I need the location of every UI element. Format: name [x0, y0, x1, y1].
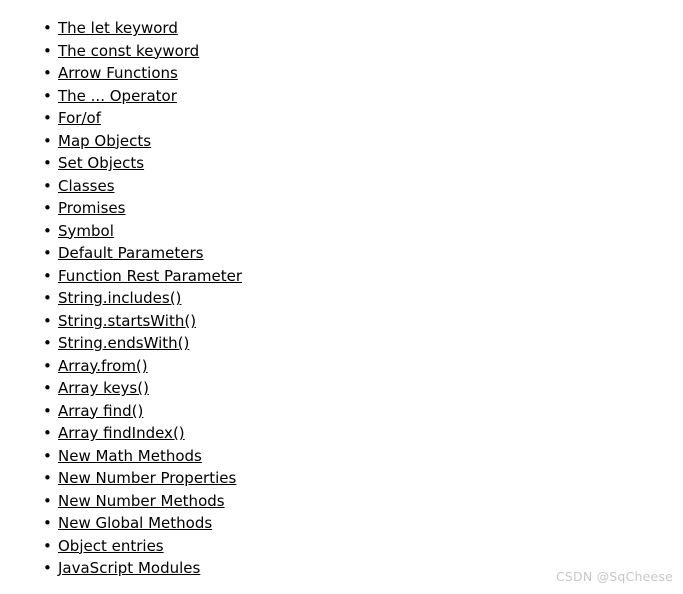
feature-link[interactable]: JavaScript Modules [58, 559, 200, 577]
bullet-icon: • [43, 176, 52, 195]
list-item: • String.startsWith() [0, 310, 242, 333]
bullet-icon: • [43, 109, 52, 127]
list-item: • Default Parameters [0, 242, 242, 265]
feature-link[interactable]: New Number Methods [58, 492, 225, 510]
feature-link[interactable]: The ... Operator [58, 87, 177, 105]
bullet-icon: • [43, 311, 52, 330]
feature-link-list: • The let keyword • The const keyword • Arrow… [0, 17, 242, 580]
list-item: • New Number Properties [0, 467, 242, 490]
list-item: • The ... Operator [0, 85, 242, 108]
feature-link[interactable]: Promises [58, 199, 125, 217]
feature-link[interactable]: New Global Methods [58, 514, 212, 532]
bullet-icon: • [43, 289, 52, 307]
feature-link[interactable]: Array find() [58, 402, 143, 420]
bullet-icon: • [43, 244, 52, 262]
list-item: • Object entries [0, 535, 242, 558]
feature-link[interactable]: New Math Methods [58, 447, 202, 465]
bullet-icon: • [43, 491, 52, 510]
list-item: • Array find() [0, 400, 242, 423]
list-item: • The let keyword [0, 17, 242, 40]
list-item: • String.endsWith() [0, 332, 242, 355]
list-item: • Classes [0, 175, 242, 198]
list-item: • Array.from() [0, 355, 242, 378]
bullet-icon: • [43, 19, 52, 37]
list-item: • New Global Methods [0, 512, 242, 535]
bullet-icon: • [43, 379, 52, 397]
feature-link[interactable]: The let keyword [58, 19, 178, 37]
feature-link[interactable]: Set Objects [58, 154, 144, 172]
feature-link[interactable]: Function Rest Parameter [58, 267, 242, 285]
feature-link[interactable]: For/of [58, 109, 101, 127]
feature-link[interactable]: String.endsWith() [58, 334, 189, 352]
bullet-icon: • [43, 469, 52, 487]
list-item: • Array keys() [0, 377, 242, 400]
feature-link[interactable]: Symbol [58, 222, 114, 240]
bullet-icon: • [43, 154, 52, 172]
list-item: • The const keyword [0, 40, 242, 63]
bullet-icon: • [43, 536, 52, 555]
list-item: • New Math Methods [0, 445, 242, 468]
feature-link[interactable]: Arrow Functions [58, 64, 178, 82]
list-item: • String.includes() [0, 287, 242, 310]
bullet-icon: • [43, 86, 52, 105]
list-item: • Array findIndex() [0, 422, 242, 445]
list-item: • Set Objects [0, 152, 242, 175]
bullet-icon: • [43, 514, 52, 532]
feature-link[interactable]: Array.from() [58, 357, 148, 375]
feature-link[interactable]: Object entries [58, 537, 164, 555]
list-item: • Arrow Functions [0, 62, 242, 85]
list-item: • Promises [0, 197, 242, 220]
bullet-icon: • [43, 559, 52, 577]
feature-link[interactable]: The const keyword [58, 42, 199, 60]
bullet-icon: • [43, 356, 52, 375]
bullet-icon: • [43, 424, 52, 442]
list-item: • Function Rest Parameter [0, 265, 242, 288]
csdn-watermark: CSDN @SqCheese [555, 569, 673, 584]
bullet-icon: • [43, 221, 52, 240]
feature-link[interactable]: Array findIndex() [58, 424, 185, 442]
bullet-icon: • [43, 131, 52, 150]
bullet-icon: • [43, 446, 52, 465]
bullet-icon: • [43, 401, 52, 420]
feature-link[interactable]: String.startsWith() [58, 312, 196, 330]
list-item: • New Number Methods [0, 490, 242, 513]
feature-link[interactable]: New Number Properties [58, 469, 236, 487]
feature-link[interactable]: String.includes() [58, 289, 181, 307]
bullet-icon: • [43, 199, 52, 217]
feature-link[interactable]: Map Objects [58, 132, 151, 150]
feature-link[interactable]: Array keys() [58, 379, 149, 397]
bullet-icon: • [43, 64, 52, 82]
bullet-icon: • [43, 266, 52, 285]
list-item: • Symbol [0, 220, 242, 243]
list-item: • Map Objects [0, 130, 242, 153]
list-item: • For/of [0, 107, 242, 130]
feature-link[interactable]: Classes [58, 177, 115, 195]
bullet-icon: • [43, 41, 52, 60]
list-item: • JavaScript Modules [0, 557, 242, 580]
feature-link[interactable]: Default Parameters [58, 244, 203, 262]
bullet-icon: • [43, 334, 52, 352]
